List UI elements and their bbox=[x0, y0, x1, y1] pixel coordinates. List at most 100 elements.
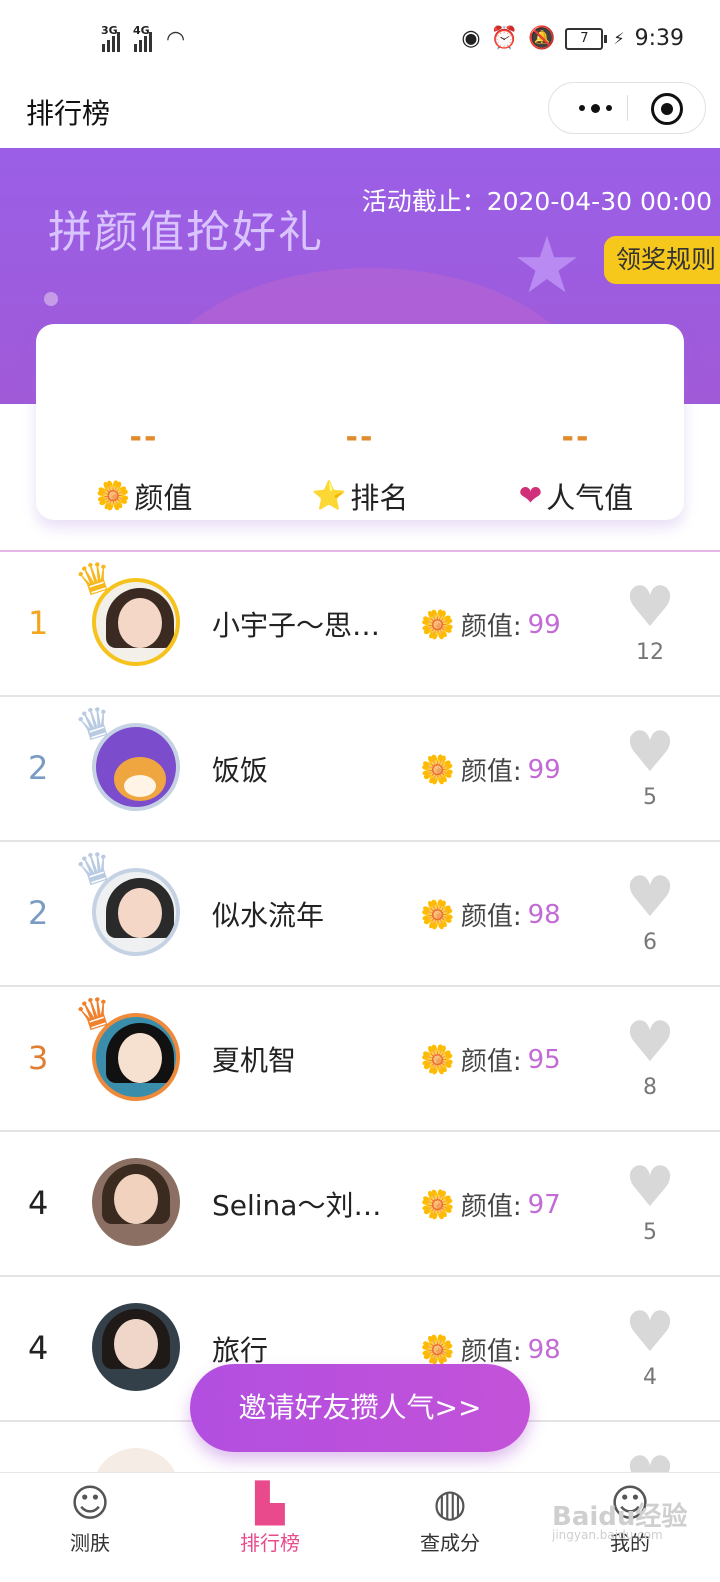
flower-icon: 🌼 bbox=[420, 1187, 455, 1221]
tab-ranking[interactable]: ▙ 排行榜 bbox=[180, 1473, 360, 1561]
score-block: 🌼 颜值: 99 bbox=[420, 606, 561, 643]
like-count: 12 bbox=[636, 640, 664, 665]
like-button[interactable]: ♥ 8 bbox=[620, 1011, 680, 1101]
silver-crown-icon: ♛ bbox=[69, 694, 121, 753]
user-name: 饭饭 bbox=[212, 754, 269, 787]
rank-number: 4 bbox=[28, 1184, 49, 1222]
score-value: 98 bbox=[527, 1334, 561, 1365]
my-stats-card: -- 🌼 颜值 -- ⭐ 排名 -- ❤ 人气值 bbox=[36, 324, 684, 520]
capsule-divider bbox=[627, 95, 628, 121]
stat-popularity: -- ❤ 人气值 bbox=[468, 420, 684, 517]
score-block: 🌼 颜值: 99 bbox=[420, 751, 561, 788]
score-value: 98 bbox=[527, 899, 561, 930]
mute-bell-icon: 🔕 bbox=[527, 26, 556, 51]
user-name: 旅行 bbox=[212, 1334, 269, 1367]
signal-3g-icon: 3G bbox=[101, 24, 120, 52]
more-icon[interactable] bbox=[565, 83, 625, 133]
rank-number: 3 bbox=[28, 1039, 49, 1077]
charging-icon: ⚡ bbox=[613, 29, 625, 48]
avatar[interactable] bbox=[92, 1303, 180, 1391]
stat-rank: -- ⭐ 排名 bbox=[252, 420, 468, 517]
ingredient-icon: ◍ bbox=[433, 1481, 467, 1525]
rank-number: 2 bbox=[28, 749, 49, 787]
eye-icon: ◉ bbox=[461, 26, 481, 51]
face-scan-icon: ☺ bbox=[70, 1481, 110, 1525]
signal-4g-icon: 4G bbox=[133, 24, 152, 52]
user-name: 小宇子～思… bbox=[212, 609, 381, 642]
nav-bar: 排行榜 bbox=[0, 80, 720, 148]
like-heart-icon[interactable]: ♥ bbox=[620, 1156, 680, 1220]
status-time: 9:39 bbox=[634, 26, 684, 51]
rank-number: 1 bbox=[28, 604, 49, 642]
avatar[interactable]: ♛ bbox=[69, 549, 180, 666]
signal-indicators: 3G 4G ◠ bbox=[101, 24, 186, 52]
flower-icon: 🌼 bbox=[420, 752, 455, 786]
like-heart-icon[interactable]: ♥ bbox=[620, 721, 680, 785]
silver-crown-icon: ♛ bbox=[69, 839, 121, 898]
podium-icon: ▙ bbox=[255, 1481, 285, 1525]
bronze-crown-icon: ♛ bbox=[69, 984, 121, 1043]
like-button[interactable]: ♥ 4 bbox=[620, 1301, 680, 1391]
score-value: 99 bbox=[527, 754, 561, 785]
rules-button[interactable]: 领奖规则 bbox=[604, 236, 720, 284]
activity-deadline: 活动截止：2020-04-30 00:00 bbox=[361, 187, 712, 216]
stat-rank-label: 排名 bbox=[350, 481, 409, 515]
star-medal-icon: ⭐ bbox=[311, 479, 347, 512]
ranking-row[interactable]: 2 ♛ 似水流年 🌼 颜值: 98 ♥ 6 bbox=[0, 839, 720, 987]
tab-label: 排行榜 bbox=[240, 1531, 300, 1555]
like-button[interactable]: ♥ 12 bbox=[620, 576, 680, 666]
like-count: 5 bbox=[643, 785, 657, 810]
tab-skin-test[interactable]: ☺ 测肤 bbox=[0, 1473, 180, 1561]
stat-score-value: -- bbox=[129, 420, 159, 455]
miniprogram-capsule bbox=[548, 82, 706, 134]
like-button[interactable]: ♥ 6 bbox=[620, 866, 680, 956]
invite-friends-button[interactable]: 邀请好友攒人气>> bbox=[190, 1364, 530, 1452]
score-label: 颜值: bbox=[460, 612, 522, 642]
page-title: 排行榜 bbox=[26, 97, 111, 130]
flower-icon: 🌼 bbox=[420, 897, 455, 931]
flower-icon: 🌼 bbox=[420, 607, 455, 641]
score-label: 颜值: bbox=[460, 1337, 522, 1367]
score-block: 🌼 颜值: 95 bbox=[420, 1041, 561, 1078]
banner-title: 拼颜值抢好礼 bbox=[48, 207, 324, 258]
like-heart-icon[interactable]: ♥ bbox=[620, 1011, 680, 1075]
battery-icon: 7 bbox=[565, 27, 608, 50]
like-count: 6 bbox=[643, 930, 657, 955]
signal-3g-label: 3G bbox=[101, 24, 118, 37]
score-block: 🌼 颜值: 98 bbox=[420, 896, 561, 933]
like-heart-icon[interactable]: ♥ bbox=[620, 866, 680, 930]
like-button[interactable]: ♥ 5 bbox=[620, 1156, 680, 1246]
like-count: 8 bbox=[643, 1075, 657, 1100]
score-value: 99 bbox=[527, 609, 561, 640]
flower-icon: 🌼 bbox=[95, 479, 131, 512]
tab-label: 查成分 bbox=[420, 1531, 480, 1555]
like-heart-icon[interactable]: ♥ bbox=[620, 576, 680, 640]
stat-score-label: 颜值 bbox=[134, 481, 193, 515]
heart-icon: ❤ bbox=[518, 479, 543, 512]
watermark-url: jingyan.baidu.com bbox=[552, 1528, 663, 1542]
flower-icon: 🌼 bbox=[420, 1332, 455, 1366]
avatar[interactable]: ♛ bbox=[69, 694, 180, 811]
user-name: 似水流年 bbox=[212, 899, 325, 932]
like-count: 4 bbox=[643, 1365, 657, 1390]
ranking-row[interactable]: 2 ♛ 饭饭 🌼 颜值: 99 ♥ 5 bbox=[0, 694, 720, 842]
ranking-row[interactable]: 4 Selina～刘… 🌼 颜值: 97 ♥ 5 bbox=[0, 1132, 720, 1277]
ranking-row[interactable]: 3 ♛ 夏机智 🌼 颜值: 95 ♥ 8 bbox=[0, 984, 720, 1132]
wifi-icon: ◠ bbox=[166, 27, 186, 52]
flower-icon: 🌼 bbox=[420, 1042, 455, 1076]
like-button[interactable]: ♥ 5 bbox=[620, 721, 680, 811]
score-value: 95 bbox=[527, 1044, 561, 1075]
score-label: 颜值: bbox=[460, 1192, 522, 1222]
score-label: 颜值: bbox=[460, 902, 522, 932]
alarm-icon: ⏰ bbox=[490, 26, 518, 51]
tab-ingredients[interactable]: ◍ 查成分 bbox=[360, 1473, 540, 1561]
stat-score: -- 🌼 颜值 bbox=[36, 420, 252, 517]
like-heart-icon[interactable]: ♥ bbox=[620, 1301, 680, 1365]
close-target-icon[interactable] bbox=[651, 93, 683, 125]
avatar[interactable]: ♛ bbox=[69, 839, 180, 956]
avatar[interactable]: ♛ bbox=[69, 984, 180, 1101]
ranking-row[interactable]: 1 ♛ 小宇子～思… 🌼 颜值: 99 ♥ 12 bbox=[0, 549, 720, 697]
score-block: 🌼 颜值: 97 bbox=[420, 1186, 561, 1223]
avatar[interactable] bbox=[92, 1158, 180, 1246]
stat-rank-value: -- bbox=[345, 420, 375, 455]
